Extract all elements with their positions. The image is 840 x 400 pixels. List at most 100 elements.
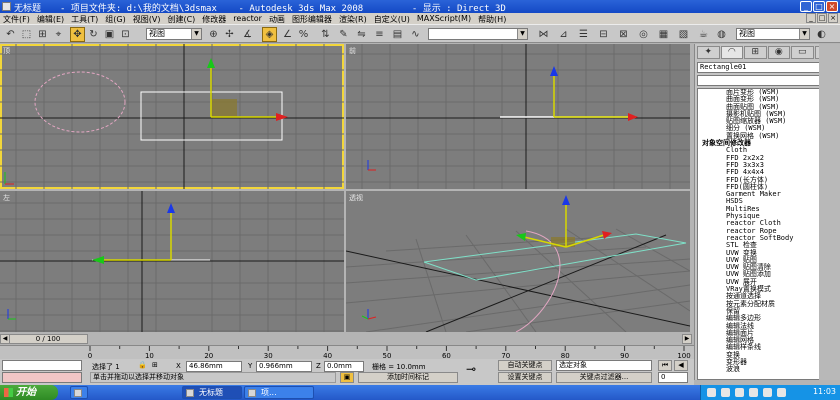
modifier-list-item[interactable]: 波浪 [698,365,824,373]
absolute-mode-icon[interactable]: ⊞ [152,361,158,369]
menu-customize[interactable]: 自定义(U) [371,13,414,24]
task-project[interactable]: 项... [244,386,314,399]
select-manipulate-icon[interactable]: ✢ [222,27,237,42]
align-icon[interactable]: ≡ [372,27,387,42]
tray-volume-icon[interactable] [721,388,730,397]
render-setup-icon[interactable]: ▦ [656,27,671,42]
key-icon[interactable]: ⊸ [466,362,476,376]
time-tag-icon[interactable]: ▣ [340,372,354,383]
pivot-icon[interactable]: ⊡ [118,27,133,42]
tray-ime-icon[interactable] [735,388,744,397]
quick-render-icon[interactable]: ☕ [696,27,711,42]
viewport-left-label[interactable]: 左 [3,193,10,203]
menu-rendering[interactable]: 渲染(R) [336,13,371,24]
goto-start-icon[interactable]: ⏮ [658,360,672,371]
modifier-list-item[interactable]: STL 检查 [698,241,824,249]
modifier-list-item[interactable]: 编辑面片 [698,329,824,337]
rotate-icon[interactable]: ↻ [86,27,101,42]
align-tool-icon[interactable]: ⊿ [556,27,571,42]
modifier-category-header[interactable]: 对象空间修改器 [698,139,824,147]
menu-tools[interactable]: 工具(T) [68,13,102,24]
scale-icon[interactable]: ▣ [102,27,117,42]
menu-maxscript[interactable]: MAXScript(M) [414,13,475,24]
x-coordinate-field[interactable]: 46.86mm [186,361,242,372]
modifier-list-item[interactable]: 保留 [698,307,824,315]
quick-render-teapot-icon[interactable]: ◐ [814,27,829,42]
motion-tab-icon[interactable]: ◉ [767,46,790,59]
tray-security-icon[interactable] [749,388,758,397]
menu-animation[interactable]: 动画 [266,13,289,24]
next-frame-icon[interactable]: ▶ [682,334,692,344]
menu-create[interactable]: 创建(C) [164,13,199,24]
track-bar[interactable]: 0 10 20 30 40 50 60 70 80 90 100 [0,345,694,360]
modifier-list-item[interactable]: 编辑法线 [698,322,824,330]
use-pivot-icon[interactable]: ⊕ [206,27,221,42]
create-tab-icon[interactable]: ✦ [697,46,720,59]
menu-edit[interactable]: 编辑(E) [34,13,68,24]
display-tab-icon[interactable]: ▭ [791,46,814,59]
viewport-top-label[interactable]: 顶 [3,46,10,56]
modifier-list-item[interactable]: UVW 变换 [698,249,824,257]
spinner-snap-icon[interactable]: ⇅ [318,27,333,42]
render-production-icon[interactable]: ◍ [714,27,729,42]
object-name-field[interactable]: Rectangle01 [697,62,821,73]
maximize-icon[interactable]: □ [813,1,825,12]
select-object-icon[interactable]: ⌖ [51,27,66,42]
angle-snap-icon[interactable]: ∠ [280,27,295,42]
modifier-list-item[interactable]: reactor SoftBody [698,234,824,242]
tray-update-icon[interactable] [777,388,786,397]
viewport-top[interactable]: 顶 [0,44,344,189]
prev-key-icon[interactable]: ◀ [674,360,688,371]
tray-network-icon[interactable] [707,388,716,397]
viewport-front[interactable]: 前 [346,44,690,189]
modifier-list-item[interactable]: UVW 贴图添加 [698,271,824,279]
layer-icon[interactable]: ▤ [390,27,405,42]
curve-editor-icon[interactable]: ∿ [408,27,423,42]
modifier-list-item[interactable]: 变换 [698,351,824,359]
prev-frame-icon[interactable]: ◀ [0,334,10,344]
doc-close-icon[interactable]: × [828,13,838,23]
minimize-icon[interactable]: _ [800,1,812,12]
edit-named-selection-icon[interactable]: ✎ [336,27,351,42]
modifier-list-item[interactable]: MultiRes [698,205,824,213]
modifier-list-item[interactable]: VRay置换模式 [698,285,824,293]
auto-key-button[interactable]: 自动关键点 [498,360,552,371]
modifier-list-item[interactable]: 编辑多边形 [698,314,824,322]
move-icon[interactable]: ✥ [70,27,85,42]
doc-minimize-icon[interactable]: _ [806,13,816,23]
tray-app-icon[interactable] [763,388,772,397]
menu-help[interactable]: 帮助(H) [475,13,510,24]
selection-set-dropdown[interactable]: 选定对象 [556,360,652,371]
viewport-perspective-label[interactable]: 透视 [349,193,363,203]
task-untitled[interactable]: 无标题 [182,386,242,399]
track-view-icon[interactable]: ⊟ [596,27,611,42]
modifier-list-item[interactable]: 变形器 [698,358,824,366]
reference-coord-dropdown[interactable]: 视图 ▼ [146,28,202,40]
hierarchy-tab-icon[interactable]: ⊞ [744,46,767,59]
current-frame-field[interactable]: 0 [658,372,688,383]
render-type-dropdown[interactable]: 视图 ▼ [736,28,810,40]
modifier-list-dropdown[interactable]: ▼ [697,75,835,86]
lock-selection-icon[interactable]: 🔒 [138,361,147,369]
snap-3d-icon[interactable]: ◈ [262,27,277,42]
maxscript-listener-field[interactable] [2,360,82,371]
schematic-view-icon[interactable]: ⊠ [616,27,631,42]
close-icon[interactable]: × [826,1,838,12]
modify-tab-icon[interactable]: ◠ [720,46,743,59]
menu-group[interactable]: 组(G) [102,13,129,24]
mirror-tool-icon[interactable]: ⋈ [536,27,551,42]
modifier-list-item[interactable]: 按元素分配材质 [698,300,824,308]
quick-launch-icon[interactable] [70,386,88,399]
mirror-icon[interactable]: ⇋ [354,27,369,42]
modifier-list-item[interactable]: HSDS [698,198,824,206]
time-slider-thumb[interactable]: 0 / 100 [8,334,88,344]
viewport-left[interactable]: 左 [0,191,344,332]
layer-manager-icon[interactable]: ☰ [576,27,591,42]
maxscript-listener-output[interactable] [2,372,82,383]
snap-icon[interactable]: ∡ [240,27,255,42]
set-key-button[interactable]: 设置关键点 [498,372,552,383]
modifier-list-item[interactable]: Garment Maker [698,190,824,198]
key-filters-button[interactable]: 关键点过滤器... [556,372,652,383]
link-icon[interactable]: ⊞ [35,27,50,42]
y-coordinate-field[interactable]: 0.966mm [256,361,312,372]
